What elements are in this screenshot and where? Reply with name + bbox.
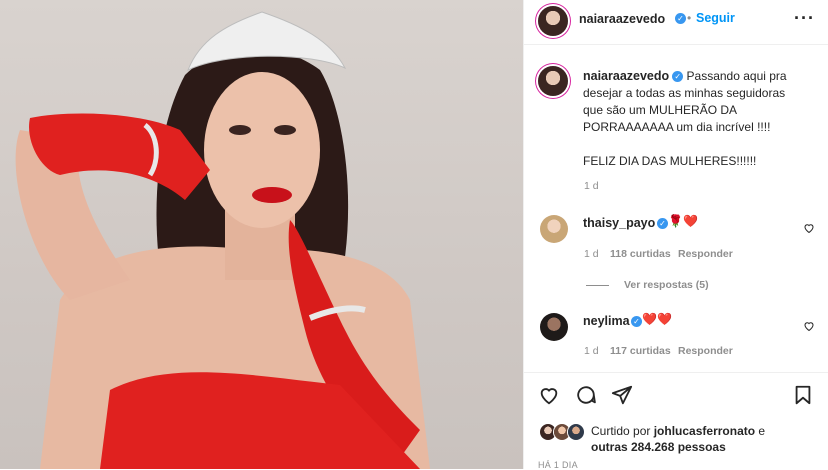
caption-time[interactable]: 1 d — [584, 180, 599, 192]
post-panel: naiaraazevedo ✓ • Seguir ··· naiaraazeve… — [523, 0, 828, 470]
comment-avatar[interactable] — [540, 313, 568, 341]
caption-avatar[interactable] — [538, 66, 568, 96]
author-avatar[interactable] — [538, 6, 568, 36]
comment-like-heart-icon[interactable] — [803, 320, 815, 332]
more-dots-icon[interactable]: ··· — [794, 8, 815, 29]
comment-avatar[interactable] — [540, 215, 568, 243]
view-replies-button[interactable]: Ver respostas (5) — [624, 279, 709, 291]
liked-by-user[interactable]: johlucasferronato — [654, 424, 755, 438]
comment-username[interactable]: thaisy_payo — [583, 216, 655, 230]
author-username[interactable]: naiaraazevedo — [579, 12, 665, 26]
verified-badge-icon: ✓ — [675, 13, 686, 24]
share-send-icon[interactable] — [611, 384, 633, 406]
comment-username[interactable]: neylima — [583, 314, 630, 328]
comment-time[interactable]: 1 d — [584, 345, 599, 357]
caption: naiaraazevedo ✓ Passando aqui pra desejar… — [583, 68, 818, 170]
caption-text-line4: PORRAAAAAAA um dia incrível !!!! — [583, 120, 771, 134]
comment-reply-button[interactable]: Responder — [678, 345, 733, 357]
verified-badge-icon: ✓ — [657, 218, 668, 229]
caption-text-line1: Passando aqui pra — [686, 69, 787, 83]
comment-time[interactable]: 1 d — [584, 248, 599, 260]
comment-reply-button[interactable]: Responder — [678, 248, 733, 260]
verified-badge-icon: ✓ — [631, 316, 642, 327]
liked-by-others[interactable]: outras 284.268 pessoas — [591, 440, 726, 454]
comment-like-heart-icon[interactable] — [803, 222, 815, 234]
post-header: naiaraazevedo ✓ • Seguir ··· — [524, 0, 828, 45]
verified-badge-icon: ✓ — [672, 71, 684, 83]
post-photo — [15, 11, 430, 469]
liked-by: Curtido por johlucasferronato e outras 2… — [591, 423, 821, 455]
comment-emoji: ❤️❤️ — [642, 312, 672, 326]
comment-likes[interactable]: 118 curtidas — [610, 248, 671, 260]
liked-by-connector: e — [758, 424, 766, 438]
liked-by-prefix: Curtido por — [591, 424, 651, 438]
comment-bubble-icon[interactable] — [575, 384, 597, 406]
replies-line — [586, 285, 609, 286]
comment-emoji: 🌹❤️ — [668, 214, 698, 228]
like-heart-icon[interactable] — [538, 384, 560, 406]
separator-dot: • — [687, 11, 692, 25]
comment-likes[interactable]: 117 curtidas — [610, 345, 671, 357]
actions-divider — [524, 372, 828, 373]
caption-text-line5: FELIZ DIA DAS MULHERES!!!!!! — [583, 154, 757, 168]
caption-username[interactable]: naiaraazevedo — [583, 69, 669, 83]
caption-text-line2: desejar a todas as minhas seguidoras — [583, 86, 786, 100]
follow-button[interactable]: Seguir — [696, 11, 735, 25]
liker-avatar[interactable] — [568, 424, 584, 440]
save-bookmark-icon[interactable] — [792, 384, 814, 406]
post-image[interactable] — [0, 0, 523, 469]
caption-text-line3: que são um MULHERÃO DA — [583, 103, 738, 117]
